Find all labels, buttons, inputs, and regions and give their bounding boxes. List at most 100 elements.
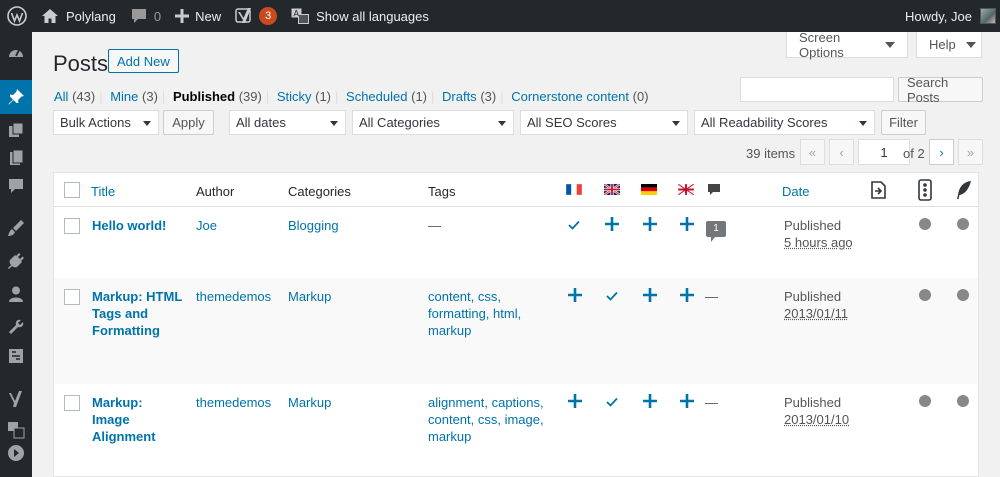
view-sticky[interactable]: Sticky bbox=[277, 89, 312, 104]
column-title[interactable]: Title bbox=[91, 183, 115, 200]
caret-down-icon bbox=[885, 41, 895, 48]
post-author-link[interactable]: themedemos bbox=[196, 288, 271, 305]
post-title-link[interactable]: Hello world! bbox=[92, 217, 166, 234]
view-cornerstone[interactable]: Cornerstone content bbox=[511, 89, 629, 104]
plus-icon bbox=[175, 9, 190, 23]
add-translation-plus-icon[interactable] bbox=[605, 217, 619, 231]
post-date: 5 hours ago bbox=[784, 235, 853, 250]
title-line: Markup: HTML bbox=[92, 289, 183, 304]
filter-button[interactable]: Filter bbox=[881, 110, 926, 135]
post-category-link[interactable]: Blogging bbox=[288, 217, 339, 234]
caret-down-icon bbox=[859, 121, 867, 126]
categories-select[interactable]: All Categories bbox=[352, 110, 514, 135]
wordpress-logo-icon[interactable] bbox=[0, 0, 34, 32]
add-translation-plus-icon[interactable] bbox=[680, 288, 694, 302]
avatar bbox=[980, 8, 996, 24]
view-scheduled[interactable]: Scheduled bbox=[346, 89, 407, 104]
posts-table: Title Author Categories Tags Date Hello … bbox=[53, 172, 979, 477]
last-page-button[interactable]: » bbox=[958, 139, 983, 165]
view-mine[interactable]: Mine bbox=[110, 89, 138, 104]
yoast-menu-icon[interactable] bbox=[0, 382, 32, 416]
post-tags-links[interactable]: content, css, formatting, html, markup bbox=[428, 288, 521, 339]
view-all[interactable]: All bbox=[54, 89, 68, 104]
first-page-button[interactable]: « bbox=[800, 139, 825, 165]
post-date: 2013/01/11 bbox=[784, 306, 849, 321]
de-flag-icon bbox=[641, 184, 657, 195]
settings-icon[interactable] bbox=[0, 339, 32, 373]
apply-button[interactable]: Apply bbox=[163, 110, 214, 135]
view-published[interactable]: Published bbox=[173, 89, 235, 104]
title-line: Image bbox=[92, 412, 130, 427]
comment-count-empty: — bbox=[705, 289, 718, 304]
plugins-icon[interactable] bbox=[0, 244, 32, 278]
dates-select[interactable]: All dates bbox=[229, 110, 346, 135]
row-checkbox[interactable] bbox=[64, 289, 80, 305]
search-input[interactable] bbox=[740, 77, 894, 102]
translation-icon: A bbox=[291, 8, 310, 24]
post-status: Published bbox=[784, 218, 842, 233]
comment-count-bubble[interactable]: 1 bbox=[705, 220, 727, 244]
tags-line: content, css, bbox=[428, 289, 501, 304]
add-translation-plus-icon[interactable] bbox=[643, 217, 657, 231]
comment-count: 1 bbox=[713, 223, 719, 234]
caret-down-icon bbox=[143, 121, 151, 126]
bulk-actions-select[interactable]: Bulk Actions bbox=[53, 110, 159, 135]
site-name-link[interactable]: Polylang bbox=[34, 0, 123, 32]
caret-down-icon bbox=[498, 121, 506, 126]
column-date[interactable]: Date bbox=[782, 183, 809, 200]
users-icon[interactable] bbox=[0, 277, 32, 311]
my-account-link[interactable]: Howdy, Joe bbox=[898, 0, 1000, 32]
table-header: Title Author Categories Tags Date bbox=[54, 173, 978, 207]
seo-score-dot bbox=[919, 395, 931, 407]
prev-page-button[interactable]: ‹ bbox=[829, 139, 854, 165]
view-drafts[interactable]: Drafts bbox=[442, 89, 477, 104]
language-switcher[interactable]: A Show all languages bbox=[284, 0, 436, 32]
add-new-button[interactable]: Add New bbox=[108, 49, 179, 73]
add-translation-plus-icon[interactable] bbox=[680, 394, 694, 408]
post-author-link[interactable]: Joe bbox=[196, 217, 217, 234]
categories-value: All Categories bbox=[359, 115, 440, 130]
help-button[interactable]: Help bbox=[916, 32, 982, 58]
yoast-seo-link[interactable]: 3 bbox=[228, 0, 284, 32]
add-translation-plus-icon[interactable] bbox=[643, 288, 657, 302]
screen-options-label: Screen Options bbox=[799, 29, 844, 60]
admin-bar: Polylang 0 New 3 A Show all languages Ho… bbox=[0, 0, 1000, 32]
post-category-link[interactable]: Markup bbox=[288, 288, 331, 305]
languages-label: Show all languages bbox=[316, 8, 429, 24]
caret-down-icon bbox=[965, 41, 976, 48]
collapse-menu-icon[interactable] bbox=[0, 436, 32, 470]
comments-link[interactable]: 0 bbox=[123, 0, 168, 32]
title-line: Markup: bbox=[92, 395, 143, 410]
next-page-button[interactable]: › bbox=[929, 139, 954, 165]
seo-scores-select[interactable]: All SEO Scores bbox=[520, 110, 688, 135]
add-translation-plus-icon[interactable] bbox=[643, 394, 657, 408]
add-translation-plus-icon[interactable] bbox=[680, 217, 694, 231]
tags-line: formatting, html, bbox=[428, 306, 522, 321]
en-flag-icon bbox=[604, 184, 620, 195]
post-category-link[interactable]: Markup bbox=[288, 394, 331, 411]
post-status: Published bbox=[784, 395, 842, 410]
readability-dot bbox=[957, 218, 969, 230]
appearance-icon[interactable] bbox=[0, 211, 32, 245]
dashboard-icon[interactable] bbox=[0, 36, 32, 70]
post-author-link[interactable]: themedemos bbox=[196, 394, 271, 411]
add-translation-plus-icon[interactable] bbox=[568, 394, 582, 408]
svg-text:A: A bbox=[294, 9, 300, 18]
post-title-link[interactable]: Markup: HTML Tags and Formatting bbox=[92, 288, 182, 339]
posts-pin-icon[interactable] bbox=[0, 80, 32, 114]
tags-line: markup bbox=[428, 323, 472, 338]
new-content-link[interactable]: New bbox=[168, 0, 228, 32]
home-icon bbox=[42, 9, 58, 23]
comments-icon[interactable] bbox=[0, 169, 32, 203]
readability-select[interactable]: All Readability Scores bbox=[694, 110, 875, 135]
add-translation-plus-icon[interactable] bbox=[568, 288, 582, 302]
select-all-checkbox[interactable] bbox=[64, 182, 80, 198]
row-checkbox[interactable] bbox=[64, 218, 80, 234]
row-checkbox[interactable] bbox=[64, 395, 80, 411]
total-pages: of 2 bbox=[903, 146, 925, 161]
post-date: 2013/01/10 bbox=[784, 412, 850, 427]
screen-options-button[interactable]: Screen Options bbox=[786, 29, 908, 60]
post-title-link[interactable]: Markup: Image Alignment bbox=[92, 394, 156, 445]
post-tags-links[interactable]: alignment, captions, content, css, image… bbox=[428, 394, 544, 445]
search-posts-button[interactable]: Search Posts bbox=[898, 75, 983, 105]
